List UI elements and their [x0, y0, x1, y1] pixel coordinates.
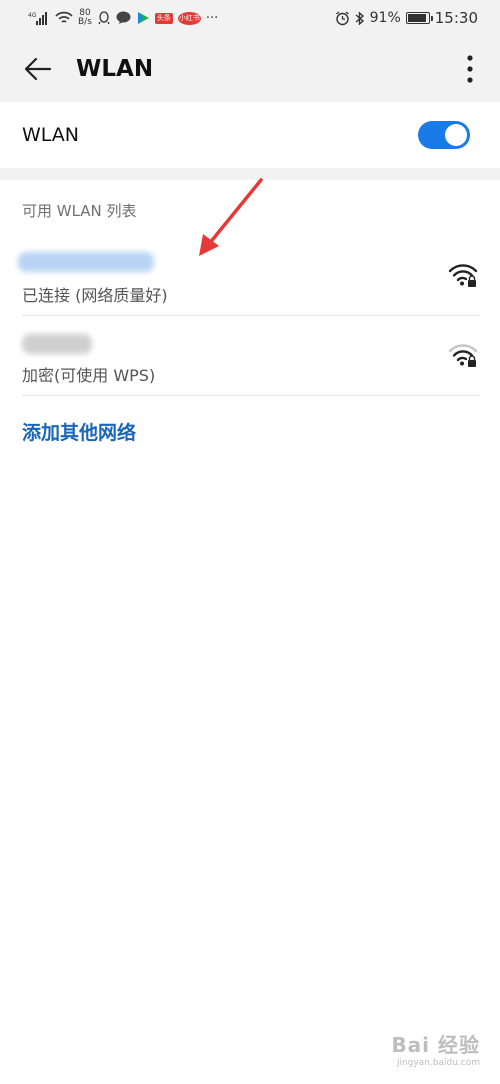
baidu-jingyan-watermark: Bai 经验 jingyan.baidu.com: [391, 1029, 480, 1068]
wlan-switch[interactable]: [418, 121, 470, 149]
battery-percent: 91%: [369, 10, 401, 26]
clock: 15:30: [434, 9, 478, 27]
qq-icon: [97, 11, 111, 25]
more-notifications: ···: [205, 10, 219, 26]
network-ssid-blurred: [18, 252, 154, 272]
wifi-locked-icon: [448, 264, 478, 287]
status-bar: 4G 80 B/s 头条 小红书 ··· 91% 15:30: [0, 0, 500, 36]
back-button[interactable]: [0, 36, 76, 102]
cellular-signal-icon: 4G: [28, 11, 50, 25]
network-status: 已连接 (网络质量好): [22, 286, 168, 305]
watermark-logo: Bai 经验: [391, 1033, 480, 1057]
wifi-locked-icon: [448, 344, 478, 367]
network-type: 4G: [28, 12, 37, 19]
battery-fill: [407, 14, 426, 22]
news-app-badge: 头条: [154, 12, 173, 24]
wlan-toggle-row[interactable]: WLAN: [0, 102, 500, 168]
more-vert-icon: [467, 55, 473, 83]
bluetooth-icon: [355, 10, 365, 26]
app-bar: WLAN: [0, 36, 500, 102]
page-title: WLAN: [76, 56, 154, 82]
switch-knob: [445, 124, 467, 146]
network-item-encrypted[interactable]: 加密(可使用 WPS): [22, 316, 480, 396]
more-options-button[interactable]: [458, 53, 482, 85]
network-status: 加密(可使用 WPS): [22, 366, 156, 385]
battery-icon: [405, 12, 433, 24]
status-left: 4G 80 B/s 头条 小红书 ···: [28, 9, 218, 27]
video-play-icon: [136, 11, 150, 25]
add-other-network-link[interactable]: 添加其他网络: [22, 418, 136, 445]
available-networks-header: 可用 WLAN 列表: [22, 202, 137, 220]
speed-unit: B/s: [78, 17, 92, 27]
alarm-icon: [335, 10, 350, 26]
status-right: 91% 15:30: [335, 9, 478, 27]
wifi-status-icon: [55, 11, 73, 25]
message-icon: [116, 11, 131, 25]
back-arrow-icon: [24, 57, 52, 81]
network-speed: 80 B/s: [78, 9, 92, 27]
annotation-arrow-icon: [199, 178, 263, 256]
red-app-badge: 小红书: [177, 11, 201, 25]
wlan-toggle-label: WLAN: [22, 124, 80, 146]
network-ssid-blurred: [22, 334, 92, 354]
watermark-url: jingyan.baidu.com: [396, 1058, 480, 1068]
